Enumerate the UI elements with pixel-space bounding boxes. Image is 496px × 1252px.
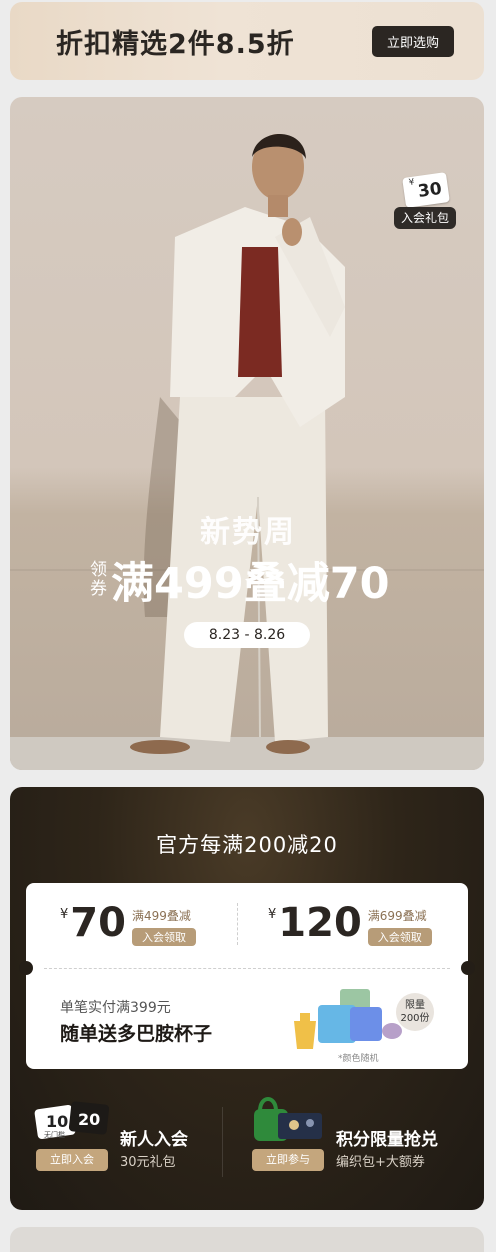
promo-banner[interactable]: 折扣精选2件8.5折 立即选购 xyxy=(10,2,484,80)
benefits-row: 10 无门槛 20 立即入会 新人入会 30元礼包 立即参与 积分限量抢兑 编织… xyxy=(10,1087,484,1187)
claim-coupon-button[interactable]: 入会领取 xyxy=(367,928,432,946)
limited-line-1: 限量 xyxy=(405,1000,425,1011)
coupon-panel: ¥ 70 满499叠减 入会领取 ¥ 120 满699叠减 入会领取 单笔实付满… xyxy=(19,883,475,1069)
ticket-notch-left xyxy=(19,961,33,975)
ticket1-note: 无门槛 xyxy=(44,1130,65,1139)
dashed-divider-vertical xyxy=(237,903,238,945)
coupon-condition: 满499叠减 xyxy=(131,909,191,923)
hero-coupon-prefix-2: 券 xyxy=(90,579,107,599)
shop-now-button[interactable]: 立即选购 xyxy=(371,25,454,57)
gift-yen: ¥ xyxy=(408,177,416,189)
join-member-button[interactable]: 立即入会 xyxy=(36,1149,108,1171)
promo-title: 折扣精选2件8.5折 xyxy=(56,28,295,60)
hero-title: 新势周 xyxy=(200,515,296,550)
ticket1-amount: 10 xyxy=(46,1112,68,1131)
gift-label: 入会礼包 xyxy=(394,207,456,229)
claim-coupon-button[interactable]: 入会领取 xyxy=(131,928,196,946)
color-note: *颜色随机 xyxy=(338,1054,379,1064)
points-subtitle: 编织包+大额券 xyxy=(336,1155,425,1170)
coupon-amount: 70 xyxy=(70,900,126,946)
hero-coupon-line: 领 券 满499叠减70 xyxy=(90,549,390,611)
hero-coupon-prefix-1: 领 xyxy=(90,560,107,580)
coupon-120[interactable]: ¥ 120 满699叠减 入会领取 xyxy=(268,901,432,946)
coupon-info: 满499叠减 入会领取 xyxy=(131,907,196,946)
gift-ticket: ¥ 30 xyxy=(402,172,450,208)
ticket-notch-right xyxy=(461,961,475,975)
coupon-amount: 120 xyxy=(278,900,362,946)
limited-badge: 限量 200份 xyxy=(396,993,434,1031)
dashed-divider xyxy=(44,968,450,969)
woven-bag-icon xyxy=(254,1097,322,1141)
coupon-info: 满699叠减 入会领取 xyxy=(367,907,432,946)
hero-coupon-prefix: 领 券 xyxy=(90,561,107,599)
next-card-peek xyxy=(10,1227,484,1252)
coupon-condition: 满699叠减 xyxy=(367,909,427,923)
hero-date-pill: 8.23 - 8.26 xyxy=(184,622,310,648)
redeem-points-button[interactable]: 立即参与 xyxy=(252,1149,324,1171)
gift-title: 随单送多巴胺杯子 xyxy=(60,1023,213,1045)
official-title: 官方每满200减20 xyxy=(156,833,338,857)
coupon-70[interactable]: ¥ 70 满499叠减 入会领取 xyxy=(60,901,196,946)
member-gift-badge[interactable]: ¥ 30 入会礼包 xyxy=(394,171,456,233)
hero-banner[interactable]: ¥ 30 入会礼包 新势周 领 券 满499叠减70 8.23 - 8.26 xyxy=(10,97,484,770)
coupon-yen: ¥ xyxy=(60,907,69,922)
gift-amount: 30 xyxy=(416,178,444,203)
limited-line-2: 200份 xyxy=(400,1013,430,1024)
hero-coupon-text: 满499叠减70 xyxy=(111,559,390,609)
member-title: 新人入会 xyxy=(120,1130,188,1150)
points-title: 积分限量抢兑 xyxy=(336,1130,438,1150)
member-tickets-icon: 10 无门槛 20 xyxy=(34,1101,110,1139)
ticket2-amount: 20 xyxy=(78,1110,100,1129)
coupon-yen: ¥ xyxy=(268,907,277,922)
official-offers-card: 官方每满200减20 ¥ 70 满499叠减 入会领取 ¥ 120 满699叠减… xyxy=(10,787,484,1210)
gift-condition: 单笔实付满399元 xyxy=(60,1000,171,1016)
member-subtitle: 30元礼包 xyxy=(120,1155,176,1170)
row-divider xyxy=(222,1107,223,1177)
